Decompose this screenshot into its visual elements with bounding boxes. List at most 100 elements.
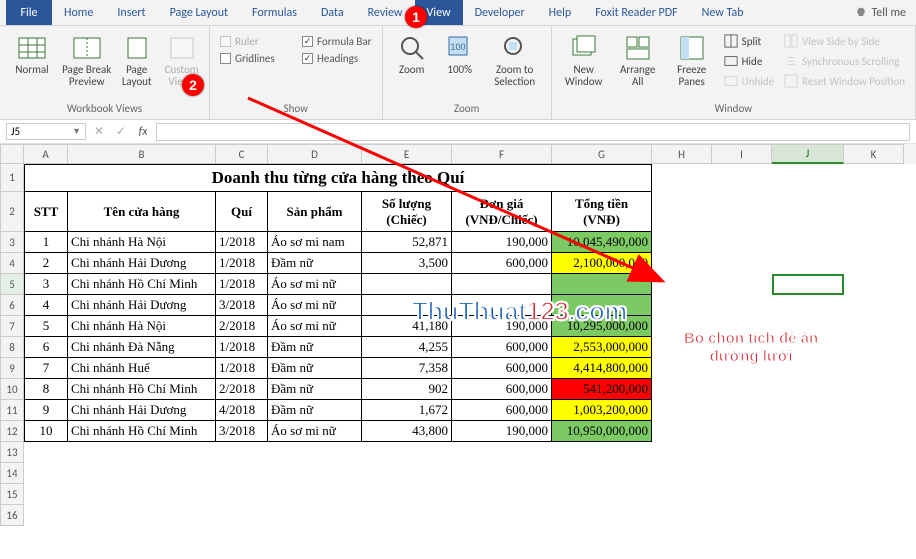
cell[interactable] xyxy=(844,253,904,274)
cell[interactable] xyxy=(772,164,844,192)
cell[interactable] xyxy=(24,505,68,526)
cell[interactable] xyxy=(772,274,844,295)
row-header-2[interactable]: 2 xyxy=(0,192,24,232)
cell[interactable] xyxy=(844,400,904,421)
cell-sp[interactable]: Áo sơ mi nữ xyxy=(268,421,362,442)
cell[interactable] xyxy=(362,463,452,484)
row-header-10[interactable]: 10 xyxy=(0,379,24,400)
cell[interactable] xyxy=(652,295,712,316)
cell-sp[interactable]: Đầm nữ xyxy=(268,379,362,400)
zoom-100-button[interactable]: 100 100% xyxy=(437,30,483,78)
cell[interactable] xyxy=(362,505,452,526)
cell[interactable] xyxy=(712,164,772,192)
cell-qui[interactable]: 1/2018 xyxy=(216,358,268,379)
col-header-I[interactable]: I xyxy=(712,144,772,164)
cell[interactable] xyxy=(552,463,652,484)
cell[interactable] xyxy=(216,484,268,505)
cell[interactable] xyxy=(216,505,268,526)
cell[interactable] xyxy=(712,253,772,274)
col-header-F[interactable]: F xyxy=(452,144,552,164)
cell-sl[interactable]: 902 xyxy=(362,379,452,400)
cell-qui[interactable]: 1/2018 xyxy=(216,232,268,253)
col-header-D[interactable]: D xyxy=(268,144,362,164)
cell[interactable] xyxy=(844,232,904,253)
cell-ten[interactable]: Chi nhánh Hải Dương xyxy=(68,400,216,421)
cell[interactable] xyxy=(652,400,712,421)
cell[interactable] xyxy=(652,253,712,274)
cell-dg[interactable]: 600,000 xyxy=(452,253,552,274)
formula-input[interactable] xyxy=(156,123,910,141)
row-header-3[interactable]: 3 xyxy=(0,232,24,253)
cell-stt[interactable]: 5 xyxy=(24,316,68,337)
cell-ten[interactable]: Chi nhánh Hà Nội xyxy=(68,316,216,337)
arrange-all-button[interactable]: ArrangeAll xyxy=(612,30,664,90)
cell-sl[interactable]: 43,800 xyxy=(362,421,452,442)
cell[interactable] xyxy=(268,484,362,505)
cell-tt[interactable]: 2,100,000,000 xyxy=(552,253,652,274)
cell[interactable] xyxy=(712,484,772,505)
cell[interactable] xyxy=(844,442,904,463)
cell[interactable] xyxy=(24,484,68,505)
cell-sp[interactable]: Đầm nữ xyxy=(268,358,362,379)
row-header-5[interactable]: 5 xyxy=(0,274,24,295)
cell[interactable] xyxy=(268,463,362,484)
cell-qui[interactable]: 3/2018 xyxy=(216,421,268,442)
tell-me[interactable]: Tell me xyxy=(845,0,916,25)
cell-stt[interactable]: 8 xyxy=(24,379,68,400)
cell[interactable] xyxy=(712,379,772,400)
cell[interactable] xyxy=(844,164,904,192)
freeze-panes-button[interactable]: FreezePanes xyxy=(666,30,718,90)
cell-dg[interactable]: 600,000 xyxy=(452,400,552,421)
cell[interactable] xyxy=(552,442,652,463)
cell[interactable] xyxy=(652,505,712,526)
cell[interactable] xyxy=(268,442,362,463)
cell-qui[interactable]: 3/2018 xyxy=(216,295,268,316)
cell[interactable] xyxy=(712,232,772,253)
cell-sl[interactable]: 7,358 xyxy=(362,358,452,379)
col-header-H[interactable]: H xyxy=(652,144,712,164)
new-window-button[interactable]: NewWindow xyxy=(558,30,610,90)
select-all-corner[interactable] xyxy=(0,144,24,164)
row-header-8[interactable]: 8 xyxy=(0,337,24,358)
col-header-G[interactable]: G xyxy=(552,144,652,164)
cell-qui[interactable]: 1/2018 xyxy=(216,253,268,274)
cell-stt[interactable]: 2 xyxy=(24,253,68,274)
cell[interactable] xyxy=(652,442,712,463)
row-header-14[interactable]: 14 xyxy=(0,463,24,484)
cell[interactable] xyxy=(712,274,772,295)
tab-file[interactable]: File xyxy=(6,0,52,25)
tab-data[interactable]: Data xyxy=(309,0,356,25)
hide-button[interactable]: Hide xyxy=(720,52,778,70)
cell-sp[interactable]: Đầm nữ xyxy=(268,253,362,274)
cell-ten[interactable]: Chi nhánh Huế xyxy=(68,358,216,379)
tab-page-layout[interactable]: Page Layout xyxy=(158,0,240,25)
fx-icon[interactable]: fx xyxy=(132,125,154,139)
cell[interactable] xyxy=(844,337,904,358)
cell[interactable] xyxy=(844,274,904,295)
row-header-16[interactable]: 16 xyxy=(0,505,24,526)
tab-developer[interactable]: Developer xyxy=(463,0,537,25)
col-header-A[interactable]: A xyxy=(24,144,68,164)
cell[interactable] xyxy=(772,295,844,316)
cell-sl[interactable]: 3,500 xyxy=(362,253,452,274)
cell[interactable] xyxy=(772,484,844,505)
cell-tt[interactable]: 4,414,800,000 xyxy=(552,358,652,379)
row-header-1[interactable]: 1 xyxy=(0,164,24,192)
cell-qui[interactable]: 2/2018 xyxy=(216,379,268,400)
cell-sp[interactable]: Áo sơ mi nữ xyxy=(268,316,362,337)
page-layout-view-button[interactable]: PageLayout xyxy=(115,30,158,90)
cell-sp[interactable]: Áo sơ mi nữ xyxy=(268,295,362,316)
cell[interactable] xyxy=(452,463,552,484)
cell[interactable] xyxy=(68,484,216,505)
cell-sp[interactable]: Đầm nữ xyxy=(268,400,362,421)
cell[interactable] xyxy=(68,463,216,484)
cell[interactable] xyxy=(844,295,904,316)
cell-sp[interactable]: Áo sơ mi nữ xyxy=(268,274,362,295)
col-header-C[interactable]: C xyxy=(216,144,268,164)
tab-newtab[interactable]: New Tab xyxy=(690,0,756,25)
cell[interactable] xyxy=(772,400,844,421)
cell[interactable] xyxy=(844,463,904,484)
cell-stt[interactable]: 9 xyxy=(24,400,68,421)
cell-stt[interactable]: 3 xyxy=(24,274,68,295)
cell[interactable] xyxy=(844,484,904,505)
